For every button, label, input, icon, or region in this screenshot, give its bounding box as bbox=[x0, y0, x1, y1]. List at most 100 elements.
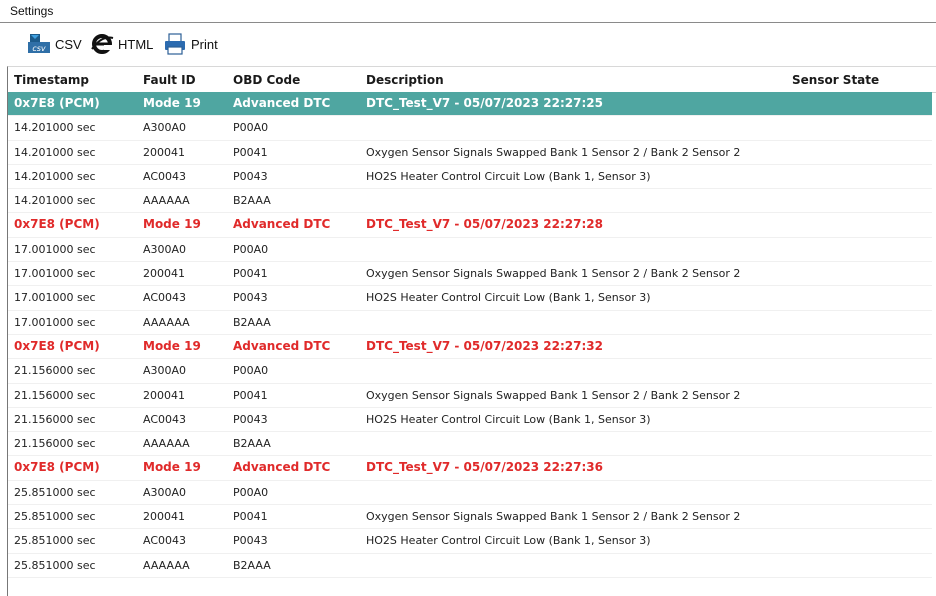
group-header-row[interactable]: 0x7E8 (PCM) Mode 19 Advanced DTC DTC_Test_V… bbox=[8, 92, 932, 117]
table-row[interactable]: 14.201000 sec AAAAAA B2AAA bbox=[8, 189, 932, 214]
timestamp-cell: 21.156000 sec bbox=[14, 412, 96, 426]
obd-code-cell: P00A0 bbox=[233, 121, 269, 135]
obd-code-cell: P00A0 bbox=[233, 242, 269, 256]
export-toolbar: csv CSV HTML Print bbox=[0, 23, 936, 63]
obd-code-cell: Advanced DTC bbox=[233, 96, 331, 110]
table-row[interactable]: 25.851000 sec AAAAAA B2AAA bbox=[8, 554, 932, 578]
timestamp-cell: 21.156000 sec bbox=[14, 437, 96, 451]
description-cell: DTC_Test_V7 - 05/07/2023 22:27:28 bbox=[366, 217, 603, 232]
description-cell: DTC_Test_V7 - 05/07/2023 22:27:36 bbox=[366, 460, 603, 475]
obd-code-cell: Advanced DTC bbox=[233, 217, 331, 232]
timestamp-cell: 25.851000 sec bbox=[14, 534, 96, 548]
fault-id-cell: AC0043 bbox=[143, 412, 187, 426]
export-csv-button[interactable]: csv CSV bbox=[27, 33, 82, 55]
timestamp-cell: 17.001000 sec bbox=[14, 315, 96, 329]
csv-label: CSV bbox=[55, 36, 82, 52]
description-cell: HO2S Heater Control Circuit Low (Bank 1,… bbox=[366, 169, 651, 183]
timestamp-cell: 0x7E8 (PCM) bbox=[14, 96, 100, 110]
csv-file-icon: csv bbox=[27, 33, 51, 55]
description-cell: DTC_Test_V7 - 05/07/2023 22:27:25 bbox=[366, 96, 603, 110]
timestamp-cell: 0x7E8 (PCM) bbox=[14, 460, 100, 475]
fault-id-cell: 200041 bbox=[143, 388, 185, 402]
settings-bar: Settings bbox=[0, 0, 936, 23]
obd-code-cell: B2AAA bbox=[233, 437, 271, 451]
table-row[interactable]: 25.851000 sec 200041 P0041 Oxygen Sensor Si… bbox=[8, 505, 932, 530]
table-row[interactable]: 14.201000 sec 200041 P0041 Oxygen Sensor Si… bbox=[8, 141, 932, 165]
table-row[interactable]: 17.001000 sec A300A0 P00A0 bbox=[8, 238, 932, 263]
export-html-button[interactable]: HTML bbox=[90, 33, 153, 55]
description-cell: Oxygen Sensor Signals Swapped Bank 1 Sen… bbox=[366, 388, 741, 402]
header-timestamp[interactable]: Timestamp bbox=[14, 73, 89, 87]
fault-id-cell: A300A0 bbox=[143, 485, 187, 499]
description-cell: HO2S Heater Control Circuit Low (Bank 1,… bbox=[366, 412, 651, 426]
timestamp-cell: 14.201000 sec bbox=[14, 145, 96, 159]
obd-code-cell: P00A0 bbox=[233, 485, 269, 499]
print-button[interactable]: Print bbox=[163, 33, 218, 55]
description-cell: DTC_Test_V7 - 05/07/2023 22:27:32 bbox=[366, 338, 603, 353]
description-cell: HO2S Heater Control Circuit Low (Bank 1,… bbox=[366, 291, 651, 305]
timestamp-cell: 21.156000 sec bbox=[14, 364, 96, 378]
group-header-row[interactable]: 0x7E8 (PCM) Mode 19 Advanced DTC DTC_Test_V… bbox=[8, 456, 932, 481]
fault-id-cell: AC0043 bbox=[143, 291, 187, 305]
fault-id-cell: A300A0 bbox=[143, 242, 187, 256]
timestamp-cell: 14.201000 sec bbox=[14, 194, 96, 208]
header-fault-id[interactable]: Fault ID bbox=[143, 73, 196, 87]
fault-id-cell: A300A0 bbox=[143, 121, 187, 135]
timestamp-cell: 25.851000 sec bbox=[14, 510, 96, 524]
fault-id-cell: AC0043 bbox=[143, 534, 187, 548]
table-row[interactable]: 21.156000 sec A300A0 P00A0 bbox=[8, 359, 932, 384]
obd-code-cell: P0041 bbox=[233, 510, 268, 524]
table-row[interactable]: 17.001000 sec AAAAAA B2AAA bbox=[8, 311, 932, 335]
obd-code-cell: B2AAA bbox=[233, 558, 271, 572]
table-row[interactable]: 14.201000 sec A300A0 P00A0 bbox=[8, 116, 932, 141]
timestamp-cell: 17.001000 sec bbox=[14, 267, 96, 281]
group-header-row[interactable]: 0x7E8 (PCM) Mode 19 Advanced DTC DTC_Test_V… bbox=[8, 213, 932, 238]
fault-id-cell: AC0043 bbox=[143, 169, 187, 183]
table-row[interactable]: 17.001000 sec 200041 P0041 Oxygen Sensor Si… bbox=[8, 262, 932, 287]
printer-icon bbox=[163, 33, 187, 55]
obd-code-cell: B2AAA bbox=[233, 315, 271, 329]
obd-code-cell: P0043 bbox=[233, 534, 268, 548]
header-obd-code[interactable]: OBD Code bbox=[233, 73, 300, 87]
timestamp-cell: 14.201000 sec bbox=[14, 121, 96, 135]
fault-id-cell: AAAAAA bbox=[143, 315, 190, 329]
header-sensor-state[interactable]: Sensor State bbox=[792, 73, 879, 87]
table-row[interactable]: 21.156000 sec AAAAAA B2AAA bbox=[8, 432, 932, 457]
table-row[interactable]: 17.001000 sec AC0043 P0043 HO2S Heater Cont… bbox=[8, 286, 932, 311]
html-label: HTML bbox=[118, 36, 154, 52]
obd-code-cell: P0043 bbox=[233, 169, 268, 183]
header-description[interactable]: Description bbox=[366, 73, 444, 87]
fault-id-cell: 200041 bbox=[143, 267, 185, 281]
table-row[interactable]: 14.201000 sec AC0043 P0043 HO2S Heater Cont… bbox=[8, 165, 932, 190]
fault-table: Timestamp Fault ID OBD Code Description … bbox=[7, 66, 936, 596]
settings-label[interactable]: Settings bbox=[10, 4, 53, 18]
timestamp-cell: 0x7E8 (PCM) bbox=[14, 338, 100, 353]
obd-code-cell: B2AAA bbox=[233, 194, 271, 208]
fault-id-cell: AAAAAA bbox=[143, 194, 190, 208]
timestamp-cell: 17.001000 sec bbox=[14, 242, 96, 256]
description-cell: HO2S Heater Control Circuit Low (Bank 1,… bbox=[366, 534, 651, 548]
obd-code-cell: P0041 bbox=[233, 267, 268, 281]
fault-id-cell: Mode 19 bbox=[143, 338, 201, 353]
table-row[interactable]: 25.851000 sec A300A0 P00A0 bbox=[8, 481, 932, 506]
table-row[interactable]: 21.156000 sec AC0043 P0043 HO2S Heater Cont… bbox=[8, 408, 932, 433]
fault-id-cell: A300A0 bbox=[143, 364, 187, 378]
timestamp-cell: 25.851000 sec bbox=[14, 485, 96, 499]
table-row[interactable]: 25.851000 sec AC0043 P0043 HO2S Heater Cont… bbox=[8, 529, 932, 554]
group-header-row[interactable]: 0x7E8 (PCM) Mode 19 Advanced DTC DTC_Test_V… bbox=[8, 335, 932, 360]
fault-id-cell: Mode 19 bbox=[143, 217, 201, 232]
timestamp-cell: 0x7E8 (PCM) bbox=[14, 217, 100, 232]
timestamp-cell: 17.001000 sec bbox=[14, 291, 96, 305]
obd-code-cell: Advanced DTC bbox=[233, 338, 331, 353]
table-row[interactable]: 21.156000 sec 200041 P0041 Oxygen Sensor Si… bbox=[8, 384, 932, 408]
description-cell: Oxygen Sensor Signals Swapped Bank 1 Sen… bbox=[366, 145, 741, 159]
timestamp-cell: 21.156000 sec bbox=[14, 388, 96, 402]
obd-code-cell: P0043 bbox=[233, 291, 268, 305]
csv-icon-text: csv bbox=[32, 44, 46, 53]
table-body: 0x7E8 (PCM) Mode 19 Advanced DTC DTC_Test_V… bbox=[8, 92, 936, 578]
obd-code-cell: P0043 bbox=[233, 412, 268, 426]
fault-id-cell: 200041 bbox=[143, 510, 185, 524]
obd-code-cell: P00A0 bbox=[233, 364, 269, 378]
fault-id-cell: AAAAAA bbox=[143, 437, 190, 451]
timestamp-cell: 14.201000 sec bbox=[14, 169, 96, 183]
